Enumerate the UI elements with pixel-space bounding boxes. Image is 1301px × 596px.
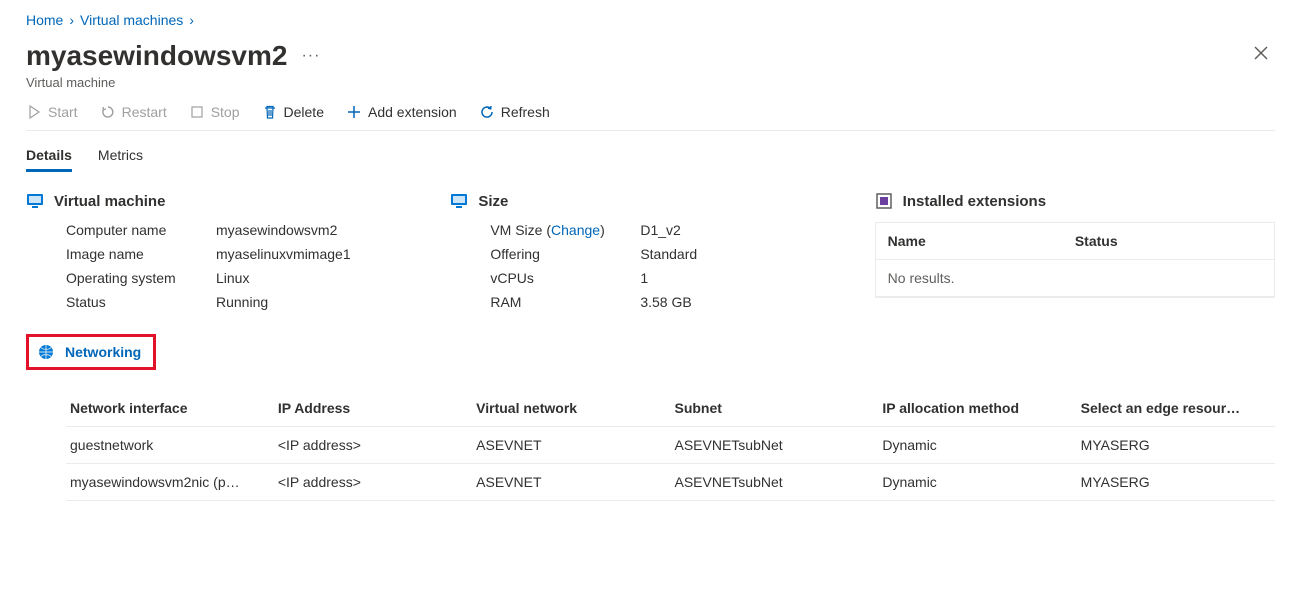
vm-size-label: VM Size (Change) <box>490 222 630 238</box>
stop-label: Stop <box>211 104 240 120</box>
page-title: myasewindowsvm2 <box>26 40 287 72</box>
breadcrumb: Home › Virtual machines › <box>26 12 1275 28</box>
plus-icon <box>346 104 362 120</box>
status-value: Running <box>216 294 426 310</box>
start-label: Start <box>48 104 78 120</box>
restart-icon <box>100 104 116 120</box>
extensions-col-name[interactable]: Name <box>888 233 1075 249</box>
image-name-value: myaselinuxvmimage1 <box>216 246 426 262</box>
edge-cell: MYASERG <box>1081 437 1271 453</box>
computer-name-value: myasewindowsvm2 <box>216 222 426 238</box>
networking-col-vnet[interactable]: Virtual network <box>476 400 666 416</box>
globe-icon <box>37 343 55 361</box>
vnet-cell: ASEVNET <box>476 474 666 490</box>
offering-value: Standard <box>640 246 850 262</box>
alloc-cell: Dynamic <box>882 474 1072 490</box>
close-button[interactable] <box>1247 38 1275 73</box>
subnet-cell: ASEVNETsubNet <box>674 437 874 453</box>
monitor-icon <box>26 192 44 210</box>
details-panel: Virtual machine Computer name myasewindo… <box>26 192 1275 310</box>
stop-button[interactable]: Stop <box>189 104 240 120</box>
networking-col-edge[interactable]: Select an edge resour… <box>1081 400 1271 416</box>
monitor-icon <box>450 192 468 210</box>
delete-button[interactable]: Delete <box>262 104 324 120</box>
table-row[interactable]: guestnetwork <IP address> ASEVNET ASEVNE… <box>66 427 1275 464</box>
page-subtitle: Virtual machine <box>26 75 1275 90</box>
computer-name-label: Computer name <box>66 222 206 238</box>
ram-value: 3.58 GB <box>640 294 850 310</box>
chevron-right-icon: › <box>189 12 194 28</box>
start-button[interactable]: Start <box>26 104 78 120</box>
breadcrumb-home[interactable]: Home <box>26 12 63 28</box>
networking-section: Networking Network interface IP Address … <box>26 334 1275 501</box>
tab-metrics[interactable]: Metrics <box>98 141 143 172</box>
add-extension-button[interactable]: Add extension <box>346 104 457 120</box>
more-menu-button[interactable]: ··· <box>301 47 320 65</box>
subnet-cell: ASEVNETsubNet <box>674 474 874 490</box>
breadcrumb-virtual-machines[interactable]: Virtual machines <box>80 12 183 28</box>
change-size-link[interactable]: Change <box>551 222 600 238</box>
refresh-button[interactable]: Refresh <box>479 104 550 120</box>
alloc-cell: Dynamic <box>882 437 1072 453</box>
refresh-label: Refresh <box>501 104 550 120</box>
table-row[interactable]: myasewindowsvm2nic (p… <IP address> ASEV… <box>66 464 1275 501</box>
add-extension-label: Add extension <box>368 104 457 120</box>
vnet-cell: ASEVNET <box>476 437 666 453</box>
size-section-title: Size <box>478 193 508 210</box>
restart-button[interactable]: Restart <box>100 104 167 120</box>
command-bar: Start Restart Stop Delete Add extension … <box>26 104 1275 131</box>
restart-label: Restart <box>122 104 167 120</box>
extensions-section-title: Installed extensions <box>903 193 1046 210</box>
os-label: Operating system <box>66 270 206 286</box>
offering-label: Offering <box>490 246 630 262</box>
tab-details[interactable]: Details <box>26 141 72 172</box>
ip-cell: <IP address> <box>278 474 468 490</box>
trash-icon <box>262 104 278 120</box>
networking-table: Network interface IP Address Virtual net… <box>26 390 1275 501</box>
extensions-no-results: No results. <box>888 270 1075 286</box>
nic-cell: myasewindowsvm2nic (p… <box>70 474 270 490</box>
networking-section-title[interactable]: Networking <box>65 344 141 360</box>
ip-cell: <IP address> <box>278 437 468 453</box>
stop-icon <box>189 104 205 120</box>
networking-col-subnet[interactable]: Subnet <box>674 400 874 416</box>
chevron-right-icon: › <box>69 12 74 28</box>
extension-icon <box>875 192 893 210</box>
networking-col-ip[interactable]: IP Address <box>278 400 468 416</box>
ram-label: RAM <box>490 294 630 310</box>
close-icon <box>1253 45 1269 61</box>
vm-section-title: Virtual machine <box>54 193 165 210</box>
refresh-icon <box>479 104 495 120</box>
tab-strip: Details Metrics <box>26 141 1275 172</box>
networking-col-alloc[interactable]: IP allocation method <box>882 400 1072 416</box>
extensions-col-status[interactable]: Status <box>1075 233 1262 249</box>
edge-cell: MYASERG <box>1081 474 1271 490</box>
status-label: Status <box>66 294 206 310</box>
networking-col-nic[interactable]: Network interface <box>70 400 270 416</box>
vcpus-label: vCPUs <box>490 270 630 286</box>
vcpus-value: 1 <box>640 270 850 286</box>
title-row: myasewindowsvm2 ··· <box>26 38 1275 73</box>
vm-size-value: D1_v2 <box>640 222 850 238</box>
extensions-table: Name Status No results. <box>875 222 1275 298</box>
delete-label: Delete <box>284 104 324 120</box>
nic-cell: guestnetwork <box>70 437 270 453</box>
image-name-label: Image name <box>66 246 206 262</box>
os-value: Linux <box>216 270 426 286</box>
play-icon <box>26 104 42 120</box>
